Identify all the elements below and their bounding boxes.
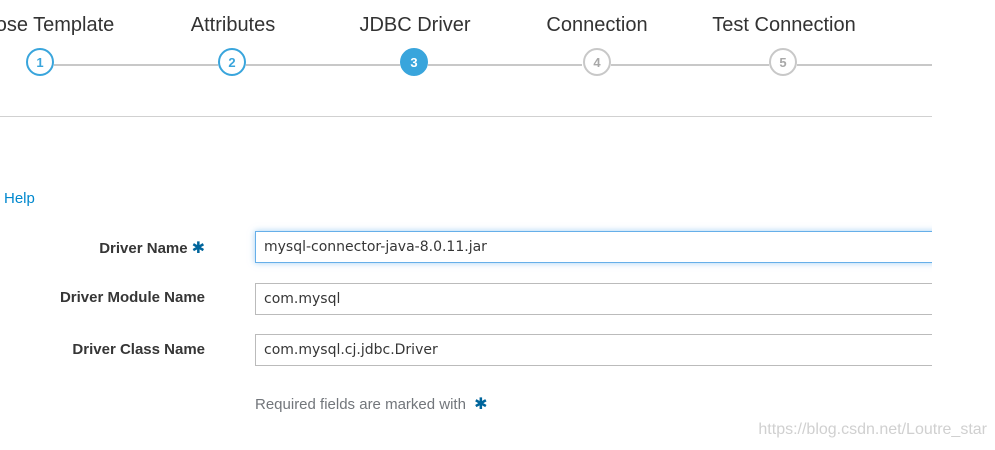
- step-2-circle[interactable]: 2: [218, 48, 246, 76]
- step-connector: [611, 64, 769, 66]
- step-number: 5: [779, 54, 787, 70]
- step-connector: [428, 64, 582, 66]
- step-3-circle[interactable]: 3: [400, 48, 428, 76]
- help-link[interactable]: Help: [4, 190, 35, 207]
- asterisk-icon: ✱: [474, 396, 488, 413]
- step-1-circle[interactable]: 1: [26, 48, 54, 76]
- step-label-choose-template[interactable]: ose Template: [0, 14, 114, 37]
- driver-class-name-label: Driver Class Name: [72, 341, 205, 358]
- watermark: https://blog.csdn.net/Loutre_star: [758, 421, 987, 438]
- wizard-steps: ose Template 1 Attributes 2 JDBC Driver …: [0, 0, 995, 120]
- step-number: 1: [36, 54, 44, 70]
- step-label-attributes[interactable]: Attributes: [191, 14, 275, 37]
- wizard-divider: [0, 116, 932, 117]
- step-label-connection[interactable]: Connection: [546, 14, 647, 37]
- driver-module-name-label: Driver Module Name: [59, 289, 205, 306]
- driver-name-input[interactable]: [255, 231, 945, 263]
- step-number: 3: [410, 54, 418, 70]
- step-connector: [797, 64, 932, 66]
- step-4-circle[interactable]: 4: [583, 48, 611, 76]
- step-connector: [54, 64, 218, 66]
- step-connector: [246, 64, 400, 66]
- asterisk-icon: ✱: [191, 240, 205, 257]
- step-label-jdbc-driver[interactable]: JDBC Driver: [359, 14, 470, 37]
- content-clip-edge: [932, 0, 995, 450]
- driver-class-name-input[interactable]: [255, 334, 945, 366]
- driver-name-label: Driver Name ✱: [99, 238, 205, 258]
- driver-module-name-input[interactable]: [255, 283, 945, 315]
- step-number: 2: [228, 54, 236, 70]
- step-5-circle[interactable]: 5: [769, 48, 797, 76]
- step-number: 4: [593, 54, 601, 70]
- driver-name-label-text: Driver Name: [99, 240, 188, 257]
- step-label-test-connection[interactable]: Test Connection: [712, 14, 855, 37]
- required-note-text: Required fields are marked with: [255, 396, 466, 413]
- required-fields-note: Required fields are marked with ✱: [255, 394, 488, 414]
